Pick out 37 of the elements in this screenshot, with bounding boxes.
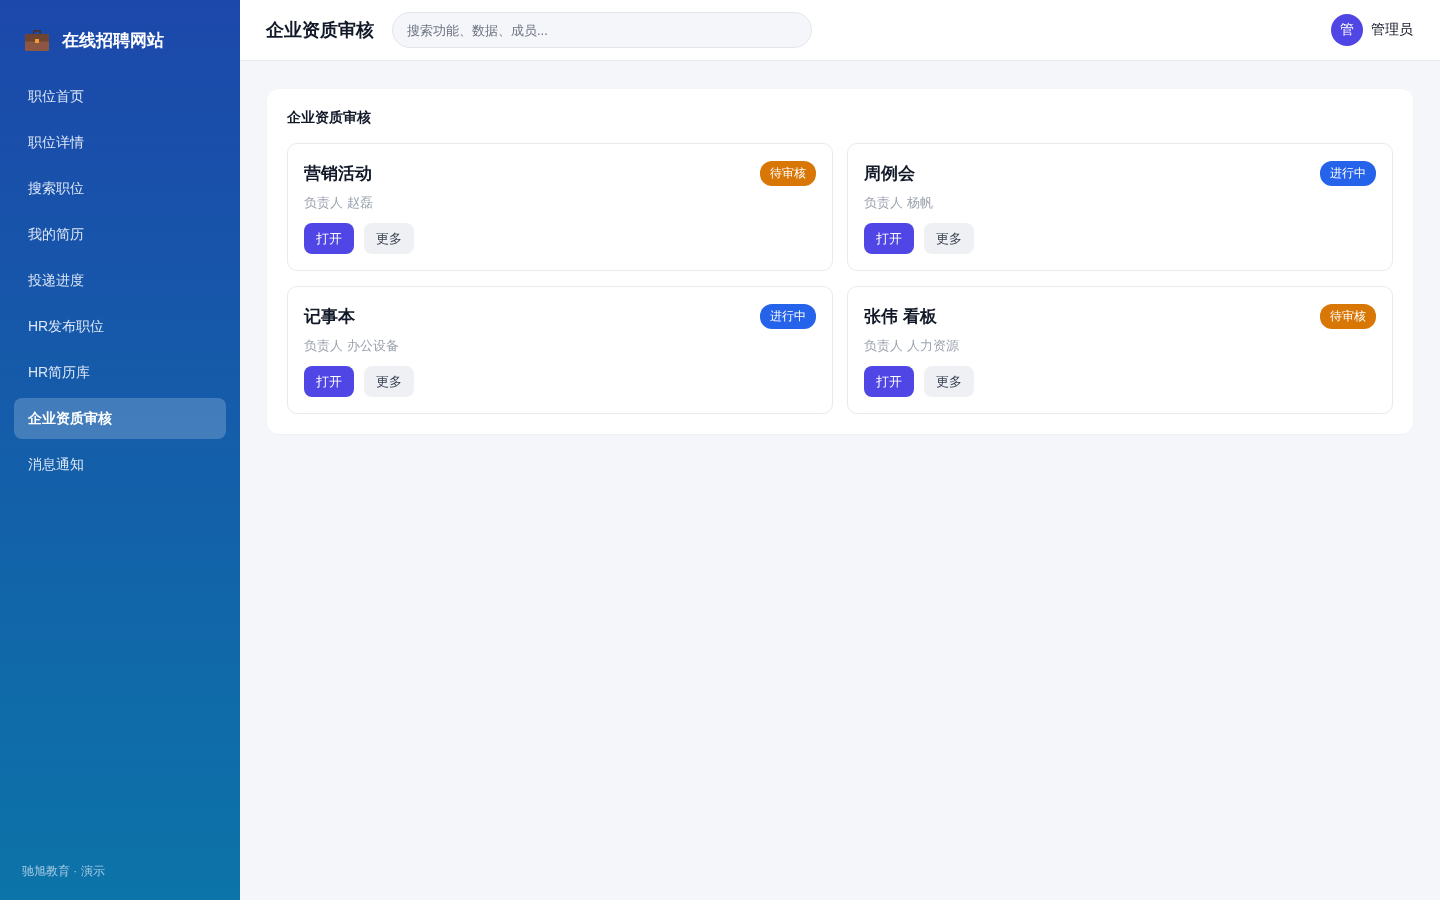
card-title: 记事本	[304, 305, 355, 328]
more-button[interactable]: 更多	[924, 223, 974, 254]
user-name: 管理员	[1371, 21, 1413, 39]
sidebar-item[interactable]: 企业资质审核	[14, 398, 226, 439]
briefcase-icon	[25, 29, 49, 51]
more-button[interactable]: 更多	[364, 366, 414, 397]
open-button[interactable]: 打开	[304, 223, 354, 254]
more-button[interactable]: 更多	[924, 366, 974, 397]
card-title: 张伟 看板	[864, 305, 937, 328]
card-title: 周例会	[864, 162, 915, 185]
card-owner: 负责人 赵磊	[304, 194, 374, 212]
sidebar-item[interactable]: 职位详情	[14, 122, 226, 163]
card-owner: 负责人 杨帆	[864, 194, 934, 212]
status-badge: 进行中	[1320, 160, 1376, 186]
card-owner: 负责人 人力资源	[864, 337, 960, 355]
sidebar-item[interactable]: HR发布职位	[14, 306, 226, 347]
status-badge: 待审核	[1320, 303, 1376, 329]
panel-title: 企业资质审核	[287, 109, 372, 127]
open-button[interactable]: 打开	[864, 366, 914, 397]
sidebar-item[interactable]: 投递进度	[14, 260, 226, 301]
status-badge: 待审核	[760, 160, 816, 186]
brand-name: 在线招聘网站	[62, 29, 164, 52]
card-title: 营销活动	[304, 162, 372, 185]
sidebar-footer: 驰旭教育 · 演示	[14, 863, 226, 900]
sidebar-item[interactable]: 消息通知	[14, 444, 226, 485]
open-button[interactable]: 打开	[304, 366, 354, 397]
status-badge: 进行中	[760, 303, 816, 329]
sidebar-item[interactable]: 搜索职位	[14, 168, 226, 209]
open-button[interactable]: 打开	[864, 223, 914, 254]
page-title: 企业资质审核	[266, 19, 374, 42]
sidebar-item[interactable]: 职位首页	[14, 76, 226, 117]
user-avatar[interactable]: 管	[1331, 14, 1363, 46]
search-field[interactable]: 搜索功能、数据、成员...	[392, 12, 812, 48]
card-owner: 负责人 办公设备	[304, 337, 400, 355]
more-button[interactable]: 更多	[364, 223, 414, 254]
sidebar-item[interactable]: 我的简历	[14, 214, 226, 255]
sidebar-item[interactable]: HR简历库	[14, 352, 226, 393]
